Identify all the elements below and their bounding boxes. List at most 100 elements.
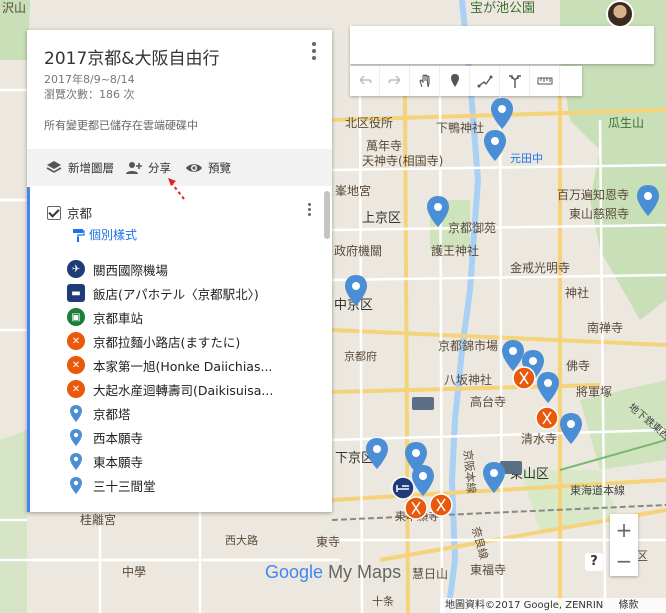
- draw-line-button[interactable]: [470, 66, 500, 96]
- map-label: 護王神社: [431, 243, 479, 258]
- hand-icon: [418, 74, 430, 88]
- map-label: 南禅寺: [587, 320, 623, 335]
- item-label: 東本願寺: [93, 454, 144, 470]
- terms-link[interactable]: 條款: [618, 600, 638, 611]
- individual-styles-label: 個別樣式: [89, 228, 138, 242]
- map-label: 沢山: [2, 1, 26, 15]
- map-label: 瓜生山: [608, 116, 644, 130]
- map-label: 桂離宮: [80, 512, 116, 527]
- layer-visibility-checkbox[interactable]: [47, 205, 61, 220]
- marker-icon: [450, 74, 459, 87]
- item-label: 大起水産迴轉壽司(Daikisuisa...: [93, 382, 274, 398]
- map-label: 八坂神社: [444, 372, 492, 387]
- map-label: 將軍塚: [576, 384, 612, 399]
- route-shield-367: [412, 397, 434, 410]
- panel-scrollbar[interactable]: [324, 191, 330, 239]
- layer-options-menu-icon[interactable]: [306, 203, 312, 218]
- view-count: 瀏覽次數：186 次: [44, 88, 135, 101]
- paint-roller-icon: [73, 228, 85, 242]
- map-label: 元田中: [510, 152, 543, 165]
- zoom-in-button[interactable]: +: [610, 514, 638, 545]
- map-pin-icon: [67, 452, 85, 470]
- add-layer-label: 新增圖層: [68, 160, 114, 175]
- map-pin-icon: [67, 404, 85, 422]
- restaurant-icon: ✕: [67, 356, 85, 374]
- map-label: 天神寺(相国寺): [362, 154, 443, 168]
- add-marker-button[interactable]: [440, 66, 470, 96]
- directions-icon: [508, 75, 521, 88]
- map-label: 高台寺: [470, 394, 506, 409]
- map-label: 政府機關: [334, 243, 382, 258]
- list-item[interactable]: ▬ 飯店(アパホテル〈京都駅北〉): [67, 281, 273, 305]
- map-attribution: 地圖資料©2017 Google, ZENRIN 條款: [440, 598, 666, 613]
- map-label: 京都府: [344, 349, 377, 363]
- item-label: 本家第一旭(Honke Daiichias...: [93, 358, 273, 374]
- layer-item-list: ✈ 關西國際機場 ▬ 飯店(アパホテル〈京都駅北〉) ▣ 京都車站 ✕ 京都拉麵…: [67, 257, 273, 497]
- item-label: 京都塔: [93, 406, 131, 422]
- list-item[interactable]: 西本願寺: [67, 425, 273, 449]
- item-label: 京都拉麵小路店(ますたに): [93, 334, 241, 350]
- map-title[interactable]: 2017京都&大阪自由行: [44, 44, 220, 69]
- map-panel: 2017京都&大阪自由行 2017年8/9~8/14 瀏覽次數：186 次 所有…: [27, 30, 332, 512]
- list-item[interactable]: ▣ 京都車站: [67, 305, 273, 329]
- redo-button[interactable]: [380, 66, 410, 96]
- list-item[interactable]: ✈ 關西國際機場: [67, 257, 273, 281]
- map-label: 上京区: [362, 211, 401, 226]
- map-label: 西大路: [225, 533, 258, 547]
- layer-name[interactable]: 京都: [67, 203, 92, 222]
- restaurant-icon: ✕: [67, 380, 85, 398]
- list-item[interactable]: ✕ 京都拉麵小路店(ますたに): [67, 329, 273, 353]
- list-item[interactable]: 三十三間堂: [67, 473, 273, 497]
- map-label: 清水寺: [521, 432, 557, 446]
- item-label: 京都車站: [93, 310, 144, 326]
- measure-button[interactable]: [530, 66, 560, 96]
- individual-styles-link[interactable]: 個別樣式: [71, 226, 137, 243]
- map-label: 十条: [372, 594, 394, 608]
- undo-button[interactable]: [350, 66, 380, 96]
- item-label: 西本願寺: [93, 430, 144, 446]
- undo-icon: [358, 75, 372, 85]
- redo-icon: [387, 75, 401, 85]
- draw-line-icon: [477, 75, 492, 88]
- logo-mymaps-text: My Maps: [328, 562, 402, 582]
- map-label: 東福寺: [470, 562, 506, 577]
- map-label: 宝が池公園: [470, 1, 535, 16]
- zoom-out-button[interactable]: −: [610, 545, 638, 576]
- map-label: 京都御苑: [448, 220, 496, 235]
- layer-selected-indicator: [27, 187, 30, 512]
- map-label: 中學: [122, 564, 146, 579]
- preview-label: 預覽: [208, 160, 231, 175]
- map-label: 慧日山: [412, 566, 448, 581]
- hotel-marker[interactable]: [391, 476, 415, 500]
- save-status: 所有變更都已儲存在雲端硬碟中: [44, 119, 198, 132]
- preview-button[interactable]: 預覽: [185, 149, 231, 186]
- pan-hand-button[interactable]: [410, 66, 440, 96]
- list-item[interactable]: 東本願寺: [67, 449, 273, 473]
- map-description: 2017年8/9~8/14: [44, 73, 135, 86]
- list-item[interactable]: ✕ 大起水産迴轉壽司(Daikisuisa...: [67, 377, 273, 401]
- layers-icon: [46, 160, 62, 173]
- map-label: 神社: [565, 285, 589, 300]
- map-label: 百万遍知恩寺: [557, 188, 629, 202]
- ruler-icon: [537, 77, 552, 85]
- item-label: 飯店(アパホテル〈京都駅北〉): [93, 286, 259, 302]
- map-label: 峯地宮: [335, 183, 371, 198]
- map-label: 東海道本線: [570, 483, 625, 497]
- restaurant-icon: ✕: [67, 332, 85, 350]
- bed-icon: ▬: [67, 284, 85, 302]
- item-label: 三十三間堂: [93, 478, 156, 494]
- layer-header: 京都: [47, 203, 92, 222]
- directions-button[interactable]: [500, 66, 530, 96]
- attribution-text: 地圖資料©2017 Google, ZENRIN: [445, 600, 604, 611]
- logo-google-text: Google: [265, 562, 324, 582]
- help-button[interactable]: ?: [585, 553, 603, 571]
- search-box[interactable]: [350, 26, 654, 64]
- list-item[interactable]: ✕ 本家第一旭(Honke Daiichias...: [67, 353, 273, 377]
- add-layer-button[interactable]: 新增圖層: [45, 149, 114, 186]
- add-person-icon: [126, 161, 142, 174]
- map-options-menu-icon[interactable]: [310, 42, 318, 64]
- zoom-control: + −: [610, 514, 638, 576]
- map-label: 東寺: [316, 535, 340, 549]
- user-avatar[interactable]: [606, 0, 634, 28]
- list-item[interactable]: 京都塔: [67, 401, 273, 425]
